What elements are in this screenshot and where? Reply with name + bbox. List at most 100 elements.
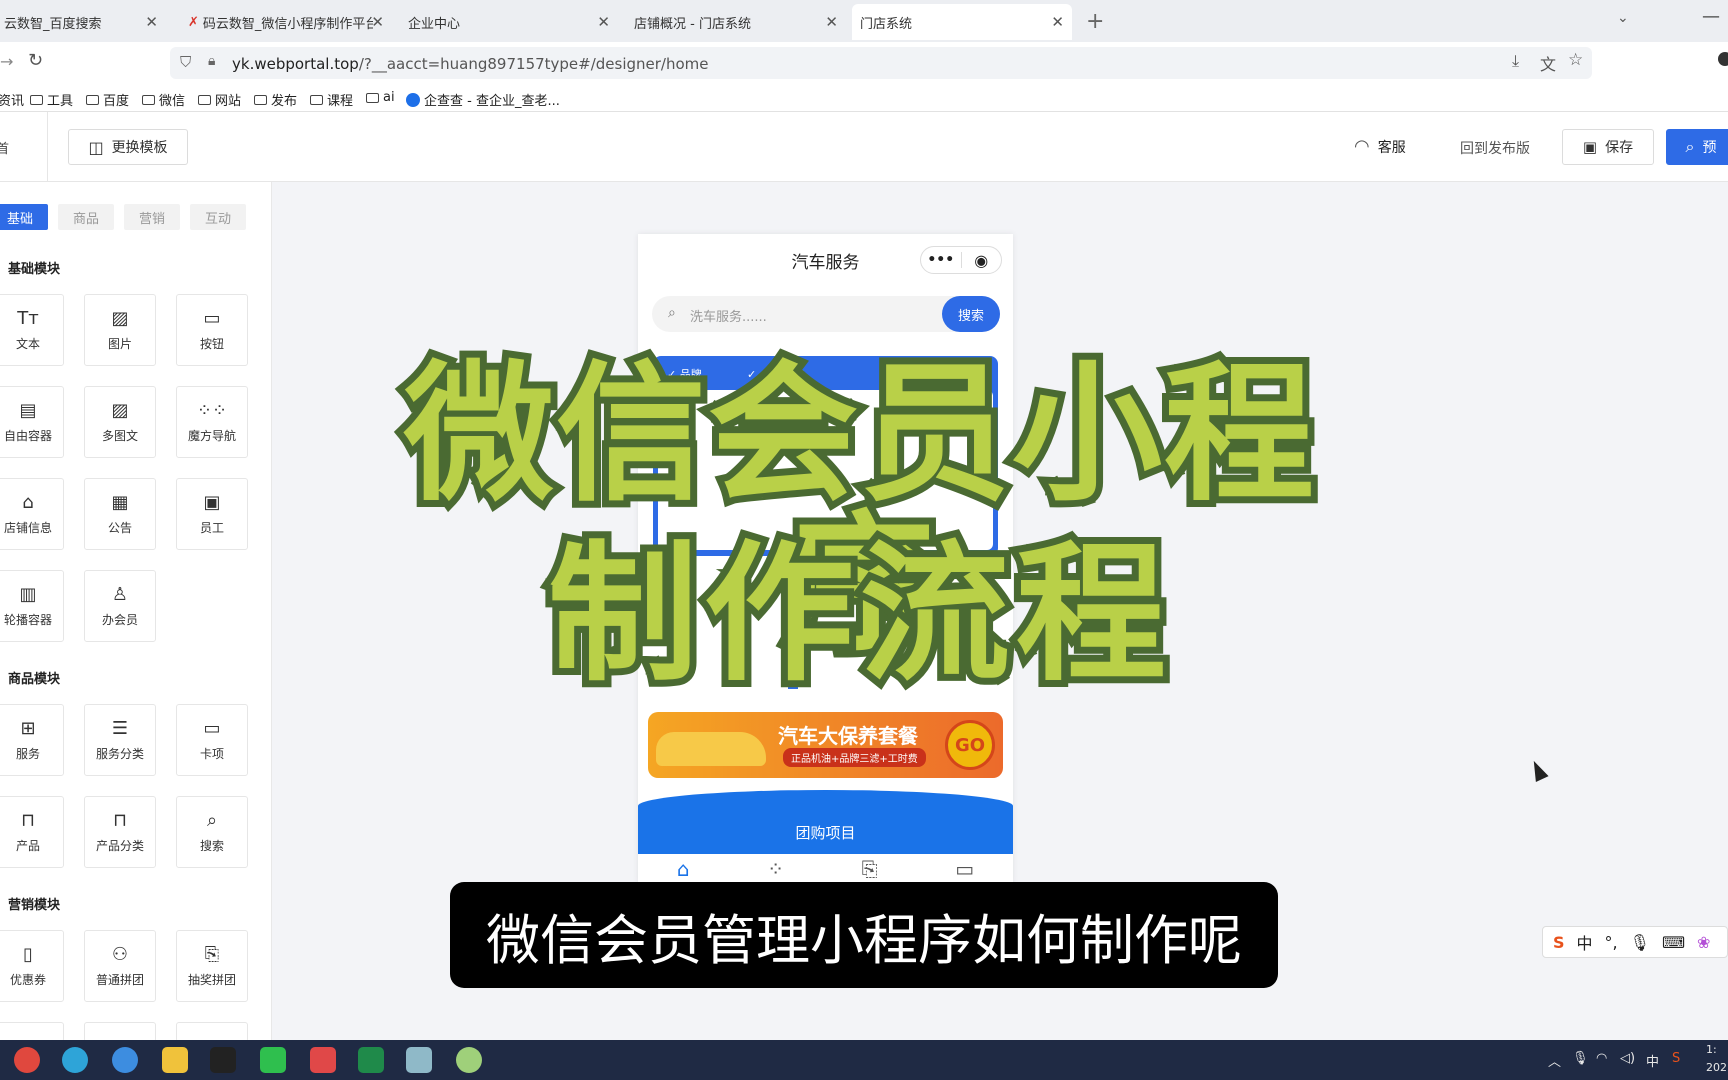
tab-maiyun[interactable]: ✗ 码云数智_微信小程序制作平台 ✕ xyxy=(180,4,392,40)
lock-icon[interactable]: 🔒︎ xyxy=(208,53,215,69)
component-label: 员工 xyxy=(199,521,224,535)
component-multi-image[interactable]: ▨ 多图文 xyxy=(84,386,156,458)
component-lottery-group[interactable]: ⎘ 抽奖拼团 xyxy=(176,930,248,1002)
component-card[interactable]: ▭ 卡项 xyxy=(176,704,248,776)
component-carousel[interactable]: ▥ 轮播容器 xyxy=(0,570,64,642)
component-search[interactable]: ⌕ 搜索 xyxy=(176,796,248,868)
bookmark-item[interactable]: 微信 xyxy=(142,90,185,109)
card-icon[interactable]: ▭ xyxy=(955,857,974,881)
account-icon[interactable] xyxy=(1718,52,1728,66)
category-icon[interactable]: ⁘ xyxy=(767,857,784,881)
component-service[interactable]: ⊞ 服务 xyxy=(0,704,64,776)
component-partial[interactable] xyxy=(0,1022,64,1042)
tab-baidu[interactable]: 云数智_百度搜索 ✕ xyxy=(0,4,166,40)
component-text[interactable]: Tт 文本 xyxy=(0,294,64,366)
folder-icon[interactable] xyxy=(162,1047,188,1073)
search-button[interactable]: 搜索 xyxy=(942,296,1000,332)
close-icon[interactable]: ✕ xyxy=(597,13,610,31)
ime-mode[interactable]: 中 xyxy=(1577,930,1593,954)
customer-service-button[interactable]: ◠ 客服 xyxy=(1354,136,1406,157)
component-partial[interactable] xyxy=(84,1022,156,1042)
component-free-container[interactable]: ▤ 自由容器 xyxy=(0,386,64,458)
chevron-down-icon[interactable]: ⌄ xyxy=(1617,10,1629,26)
component-member[interactable]: ♙ 办会员 xyxy=(84,570,156,642)
chevron-up-icon[interactable]: ︿ xyxy=(1548,1051,1561,1070)
reload-icon[interactable]: ↻ xyxy=(28,50,43,71)
search-bar[interactable]: ⌕ 洗车服务...... 搜索 xyxy=(652,296,1000,332)
bookmark-item[interactable]: 资讯 xyxy=(0,90,24,109)
skin-icon[interactable]: ❀ xyxy=(1697,933,1710,952)
url-text[interactable]: yk.webportal.top/?__aacct=huang897157typ… xyxy=(232,55,709,73)
bookmark-item[interactable]: 网站 xyxy=(198,90,241,109)
component-group-buy[interactable]: ⚇ 普通拼团 xyxy=(84,930,156,1002)
close-icon[interactable]: ✕ xyxy=(371,13,384,31)
app-icon[interactable] xyxy=(456,1047,482,1073)
gift-icon[interactable]: ⎘ xyxy=(862,857,878,881)
component-magic-nav[interactable]: ⁘⁘ 魔方导航 xyxy=(176,386,248,458)
save-button[interactable]: ▣ 保存 xyxy=(1562,129,1654,165)
tab-basic[interactable]: 基础 xyxy=(0,204,48,230)
preview-button[interactable]: ⌕ 预 xyxy=(1666,129,1728,165)
component-button[interactable]: ▭ 按钮 xyxy=(176,294,248,366)
more-icon[interactable]: ••• xyxy=(921,252,961,268)
edge-icon[interactable] xyxy=(62,1047,88,1073)
punctuation-icon[interactable]: °, xyxy=(1605,933,1618,952)
component-product-category[interactable]: ⊓ 产品分类 xyxy=(84,796,156,868)
bookmark-item[interactable]: 课程 xyxy=(310,90,353,109)
go-button[interactable]: GO xyxy=(945,720,995,770)
component-notice[interactable]: ▦ 公告 xyxy=(84,478,156,550)
excel-icon[interactable] xyxy=(358,1047,384,1073)
shield-icon[interactable]: ⛉ xyxy=(180,53,191,71)
qq-icon[interactable] xyxy=(210,1047,236,1073)
clock-date[interactable]: 202 xyxy=(1706,1061,1727,1074)
tab-store-system[interactable]: 门店系统 ✕ xyxy=(852,4,1072,40)
tab-store-overview[interactable]: 店铺概况 - 门店系统 ✕ xyxy=(626,4,846,40)
tab-interaction[interactable]: 互动 xyxy=(190,204,246,230)
change-template-button[interactable]: ◫ 更换模板 xyxy=(68,129,188,165)
mic-icon[interactable]: 🎙︎ xyxy=(1630,933,1650,952)
tab-enterprise[interactable]: 企业中心 ✕ xyxy=(400,4,618,40)
forward-icon[interactable]: → xyxy=(0,52,13,71)
tab-goods[interactable]: 商品 xyxy=(58,204,114,230)
bookmark-item[interactable]: ai xyxy=(366,90,395,105)
wechat-icon[interactable] xyxy=(260,1047,286,1073)
chrome-icon[interactable] xyxy=(14,1047,40,1073)
browser-icon[interactable] xyxy=(112,1047,138,1073)
close-icon[interactable]: ✕ xyxy=(145,13,158,31)
video-editor-icon[interactable] xyxy=(310,1047,336,1073)
notepad-icon[interactable] xyxy=(406,1047,432,1073)
sogou-icon[interactable]: S xyxy=(1672,1051,1680,1066)
mic-icon[interactable]: 🎙︎ xyxy=(1572,1051,1589,1066)
volume-icon[interactable]: ◁) xyxy=(1620,1051,1635,1066)
capsule-menu[interactable]: ••• ◉ xyxy=(920,246,1002,274)
download-icon[interactable]: ⤓ xyxy=(1512,51,1519,71)
home-icon[interactable]: ⌂ xyxy=(677,857,690,881)
new-tab-icon[interactable]: + xyxy=(1086,9,1104,34)
close-icon[interactable]: ✕ xyxy=(825,13,838,31)
bookmark-item[interactable]: 百度 xyxy=(86,90,129,109)
translate-icon[interactable]: 文 xyxy=(1540,51,1556,75)
sogou-icon[interactable]: S xyxy=(1553,933,1565,952)
bookmark-item[interactable]: 企查查 - 查企业_查老... xyxy=(406,90,560,109)
clock-time[interactable]: 1: xyxy=(1706,1043,1717,1056)
back-to-publish-link[interactable]: 回到发布版 xyxy=(1460,138,1530,158)
component-partial[interactable] xyxy=(176,1022,248,1042)
component-staff[interactable]: ▣ 员工 xyxy=(176,478,248,550)
tab-marketing[interactable]: 营销 xyxy=(124,204,180,230)
keyboard-icon[interactable]: ⌨ xyxy=(1662,933,1685,952)
bookmark-item[interactable]: 发布 xyxy=(254,90,297,109)
wifi-icon[interactable]: ◠ xyxy=(1596,1051,1607,1066)
ime-indicator[interactable]: 中 xyxy=(1646,1051,1659,1070)
close-icon[interactable]: ✕ xyxy=(1051,13,1064,31)
bookmark-item[interactable]: 工具 xyxy=(30,90,73,109)
minimize-icon[interactable]: — xyxy=(1702,6,1720,27)
toolbar-left-label[interactable]: 首 xyxy=(0,138,9,157)
promo-banner[interactable]: 汽车大保养套餐 正品机油+品牌三滤+工时费 GO xyxy=(648,712,1003,778)
component-coupon[interactable]: ▯ 优惠券 xyxy=(0,930,64,1002)
component-product[interactable]: ⊓ 产品 xyxy=(0,796,64,868)
star-icon[interactable]: ☆ xyxy=(1568,50,1583,70)
component-store-info[interactable]: ⌂ 店铺信息 xyxy=(0,478,64,550)
target-icon[interactable]: ◉ xyxy=(961,251,1001,270)
component-image[interactable]: ▨ 图片 xyxy=(84,294,156,366)
component-service-category[interactable]: ☰ 服务分类 xyxy=(84,704,156,776)
